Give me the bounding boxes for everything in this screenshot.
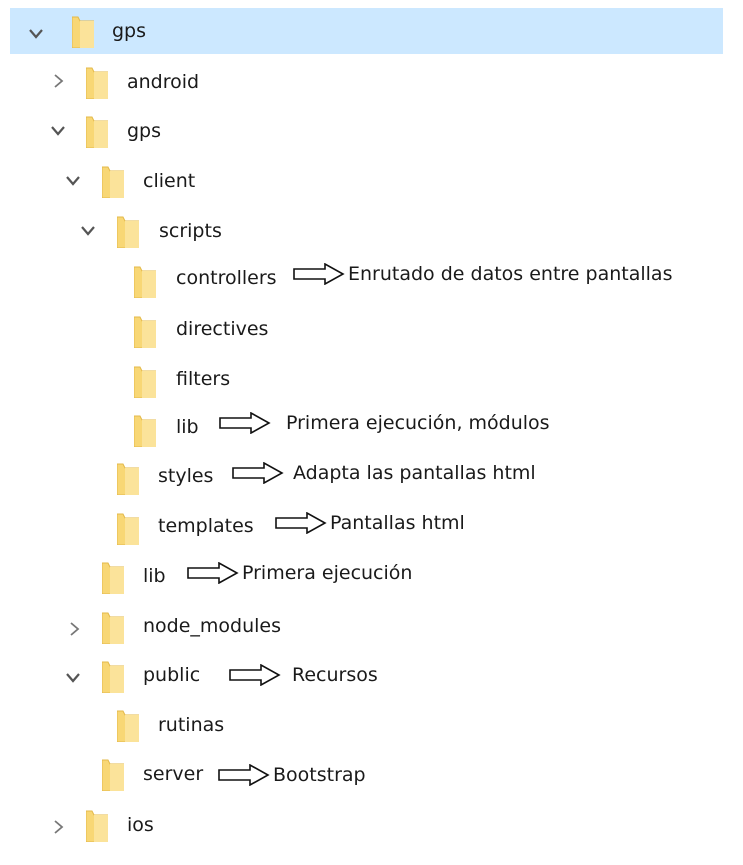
annotation-text: Pantallas html xyxy=(330,512,465,534)
tree-item-lib-client[interactable]: lib xyxy=(143,564,166,588)
annotation-lib-client: Primera ejecución xyxy=(187,561,412,585)
hollow-arrow-icon xyxy=(218,764,270,786)
folder-icon xyxy=(101,165,125,199)
chevron-right-icon[interactable] xyxy=(67,621,83,637)
chevron-right-icon[interactable] xyxy=(51,73,67,89)
folder-icon xyxy=(133,414,157,448)
annotation-styles: Adapta las pantallas html xyxy=(232,461,536,485)
tree-item-scripts[interactable]: scripts xyxy=(159,219,222,243)
tree-item-controllers[interactable]: controllers xyxy=(176,266,277,290)
tree-item-templates[interactable]: templates xyxy=(158,514,254,538)
hollow-arrow-icon xyxy=(293,263,345,285)
folder-icon xyxy=(116,215,140,249)
folder-icon xyxy=(85,809,109,843)
annotation-text: Primera ejecución, módulos xyxy=(286,412,550,434)
folder-icon xyxy=(116,512,140,546)
tree-item-gps[interactable]: gps xyxy=(127,119,161,143)
folder-icon xyxy=(116,709,140,743)
folder-icon xyxy=(101,660,125,694)
folder-icon xyxy=(71,15,95,49)
tree-item-filters[interactable]: filters xyxy=(176,367,230,391)
hollow-arrow-icon xyxy=(187,562,239,584)
chevron-down-icon[interactable] xyxy=(65,670,81,686)
folder-icon xyxy=(101,611,125,645)
folder-icon xyxy=(101,758,125,792)
folder-icon xyxy=(85,66,109,100)
folder-icon xyxy=(133,265,157,299)
annotation-controllers: Enrutado de datos entre pantallas xyxy=(293,262,672,286)
folder-icon xyxy=(85,115,109,149)
chevron-down-icon[interactable] xyxy=(28,26,44,42)
tree-item-android[interactable]: android xyxy=(127,70,199,94)
folder-icon xyxy=(133,315,157,349)
tree-item-ios[interactable]: ios xyxy=(127,813,154,837)
annotation-lib-scripts: Primera ejecución, módulos xyxy=(219,411,550,435)
tree-item-server[interactable]: server xyxy=(143,762,203,786)
annotation-templates: Pantallas html xyxy=(275,511,465,535)
tree-item-node-modules[interactable]: node_modules xyxy=(143,614,281,638)
annotation-public: Recursos xyxy=(229,663,378,687)
chevron-down-icon[interactable] xyxy=(80,223,96,239)
folder-icon xyxy=(133,365,157,399)
tree-item-rutinas[interactable]: rutinas xyxy=(158,713,224,737)
hollow-arrow-icon xyxy=(229,664,281,686)
chevron-down-icon[interactable] xyxy=(65,173,81,189)
chevron-down-icon[interactable] xyxy=(50,123,66,139)
annotation-text: Primera ejecución xyxy=(242,562,413,584)
hollow-arrow-icon xyxy=(232,462,284,484)
folder-icon xyxy=(101,561,125,595)
tree-item-gps-root[interactable]: gps xyxy=(112,19,146,43)
hollow-arrow-icon xyxy=(275,512,327,534)
annotation-text: Enrutado de datos entre pantallas xyxy=(348,263,673,285)
hollow-arrow-icon xyxy=(219,412,271,434)
annotation-text: Bootstrap xyxy=(273,764,366,786)
tree-item-lib-scripts[interactable]: lib xyxy=(176,415,199,439)
tree-item-public[interactable]: public xyxy=(143,663,200,687)
annotation-text: Recursos xyxy=(292,664,378,686)
tree-item-styles[interactable]: styles xyxy=(158,464,213,488)
chevron-right-icon[interactable] xyxy=(51,819,67,835)
annotation-server: Bootstrap xyxy=(218,763,366,787)
folder-icon xyxy=(116,462,140,496)
tree-item-client[interactable]: client xyxy=(143,169,195,193)
tree-item-directives[interactable]: directives xyxy=(176,317,268,341)
annotation-text: Adapta las pantallas html xyxy=(293,462,536,484)
